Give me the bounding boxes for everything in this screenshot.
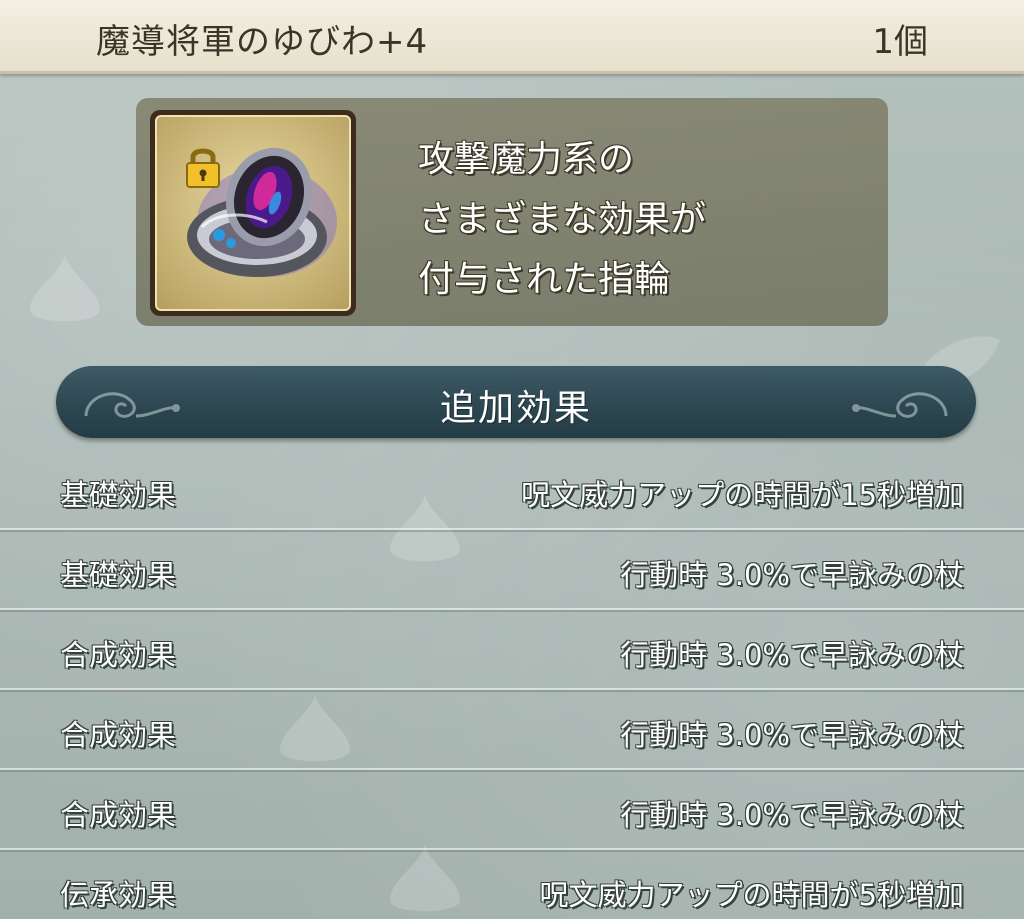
effect-type: 合成効果	[60, 638, 177, 672]
description-line: さまざまな効果が	[418, 199, 707, 240]
effect-type: 基礎効果	[60, 478, 177, 512]
effect-row: 合成効果 行動時 3.0%で早詠みの杖	[0, 770, 1024, 852]
effect-row: 基礎効果 行動時 3.0%で早詠みの杖	[0, 530, 1024, 612]
effect-type: 合成効果	[60, 718, 177, 752]
effect-value: 行動時 3.0%で早詠みの杖	[620, 638, 964, 672]
effect-type: 合成効果	[60, 798, 177, 832]
description-line: 攻撃魔力系の	[418, 139, 635, 180]
effect-value: 行動時 3.0%で早詠みの杖	[620, 718, 964, 752]
section-title: 追加効果	[439, 388, 592, 429]
effect-type: 基礎効果	[60, 558, 177, 592]
additional-effects-header: 追加効果	[56, 366, 976, 438]
slime-decoration-icon	[30, 255, 100, 322]
title-bar: 魔導将軍のゆびわ+4 1個	[0, 0, 1024, 74]
padlock-icon	[186, 148, 220, 188]
effect-value: 呪文威力アップの時間が5秒増加	[539, 878, 964, 912]
item-name: 魔導将軍のゆびわ+4	[96, 22, 429, 62]
effect-row: 伝承効果 呪文威力アップの時間が5秒増加	[0, 850, 1024, 919]
item-count: 1個	[872, 22, 928, 62]
description-line: 付与された指輪	[418, 259, 671, 300]
item-icon-frame[interactable]	[150, 110, 356, 316]
effect-type: 伝承効果	[60, 878, 177, 912]
effect-row: 合成効果 行動時 3.0%で早詠みの杖	[0, 690, 1024, 772]
effect-value: 行動時 3.0%で早詠みの杖	[620, 798, 964, 832]
item-icon-background	[155, 115, 351, 311]
item-description: 攻撃魔力系の さまざまな効果が 付与された指輪	[418, 130, 858, 310]
effect-value: 行動時 3.0%で早詠みの杖	[620, 558, 964, 592]
effect-value: 呪文威力アップの時間が15秒増加	[521, 478, 964, 512]
effect-row: 合成効果 行動時 3.0%で早詠みの杖	[0, 610, 1024, 692]
effect-row: 基礎効果 呪文威力アップの時間が15秒増加	[0, 450, 1024, 532]
